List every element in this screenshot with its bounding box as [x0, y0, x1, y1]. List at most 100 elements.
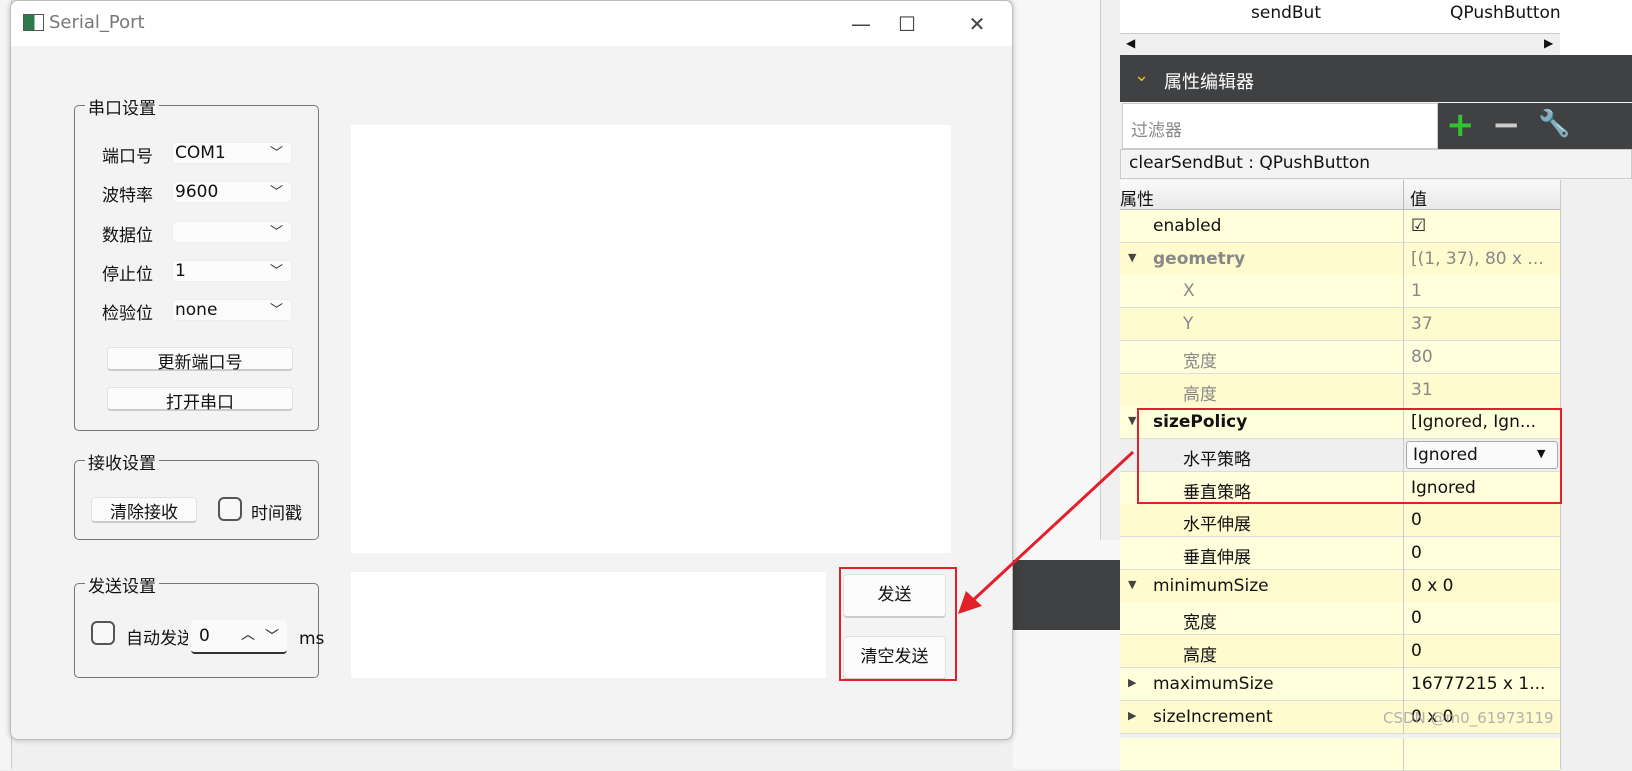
serial-combo[interactable]: 1 ﹀: [172, 259, 292, 282]
column-value[interactable]: 值: [1410, 185, 1427, 210]
serial-combo[interactable]: 9600 ﹀: [172, 181, 292, 204]
property-value[interactable]: 31: [1411, 380, 1433, 400]
column-divider: [1403, 180, 1404, 210]
property-name: minimumSize: [1153, 575, 1269, 596]
serial-combo[interactable]: none ﹀: [172, 299, 292, 322]
property-row[interactable]: ▼ geometry [(1, 37), 80 x ...: [1120, 242, 1560, 276]
chevron-down-icon: ﹀: [269, 146, 283, 161]
property-value[interactable]: 1: [1411, 281, 1422, 301]
serial-label: 停止位: [102, 264, 153, 285]
expand-right-icon[interactable]: ▶: [1128, 709, 1136, 722]
property-name: 高度: [1183, 384, 1217, 405]
horizontal-scrollbar[interactable]: ◀ ▶: [1120, 33, 1560, 55]
property-row[interactable]: X 1: [1120, 275, 1560, 309]
expand-right-icon[interactable]: ▶: [1128, 676, 1136, 689]
expand-down-icon[interactable]: ▼: [1128, 578, 1136, 591]
property-row[interactable]: 垂直伸展 0: [1120, 537, 1560, 570]
property-name: 垂直伸展: [1183, 548, 1251, 568]
serial-settings-title: 串口设置: [85, 94, 159, 119]
serial-label: 波特率: [102, 186, 153, 207]
combo-value: 1: [175, 260, 186, 281]
property-row[interactable]: 水平伸展 0: [1120, 504, 1560, 538]
property-row-partial: [1120, 738, 1560, 771]
property-name: 宽度: [1183, 613, 1217, 634]
vertical-scrollbar[interactable]: [1100, 0, 1120, 540]
watermark: CSDN @m0_61973119: [1383, 709, 1554, 727]
property-value[interactable]: 0: [1411, 543, 1422, 563]
receive-settings-title: 接收设置: [85, 449, 159, 474]
expand-down-icon[interactable]: ▼: [1128, 251, 1136, 264]
column-property[interactable]: 属性: [1120, 185, 1154, 210]
property-value[interactable]: 0 x 0: [1411, 576, 1454, 596]
combo-value: COM1: [175, 143, 226, 163]
combo-value: 9600: [175, 182, 219, 203]
highlight-box-buttons: [839, 567, 957, 681]
spin-up-icon[interactable]: ︿: [241, 624, 255, 644]
serial-label: 端口号: [102, 147, 153, 167]
property-row[interactable]: ▼ minimumSize 0 x 0: [1120, 569, 1560, 603]
property-vertical-scrollbar[interactable]: [1560, 180, 1632, 769]
property-name: 水平伸展: [1183, 515, 1251, 536]
property-name: Y: [1183, 314, 1194, 335]
expand-down-icon[interactable]: ▼: [1128, 414, 1136, 427]
chevron-down-icon: ﹀: [269, 263, 283, 279]
timestamp-checkbox[interactable]: [218, 497, 242, 521]
property-row[interactable]: 宽度 80: [1120, 340, 1560, 374]
property-name: enabled: [1153, 216, 1222, 236]
scroll-left-icon[interactable]: ◀: [1126, 36, 1135, 50]
timestamp-label: 时间戳: [251, 504, 302, 524]
interval-unit: ms: [299, 629, 325, 649]
chevron-down-icon: ﹀: [269, 224, 283, 240]
chevron-down-icon: ﹀: [269, 185, 283, 201]
property-value[interactable]: 0: [1411, 608, 1422, 628]
property-value[interactable]: ☑: [1411, 216, 1426, 236]
property-row[interactable]: enabled ☑: [1120, 210, 1560, 243]
property-row[interactable]: ▶ maximumSize 16777215 x 1...: [1120, 667, 1560, 701]
combo-value: none: [175, 300, 218, 321]
selected-object-label: clearSendBut : QPushButton: [1120, 149, 1632, 179]
property-value[interactable]: 0: [1411, 510, 1422, 530]
receive-text-area[interactable]: [351, 125, 951, 553]
refresh-ports-button[interactable]: 更新端口号: [107, 347, 293, 373]
serial-combo[interactable]: COM1 ﹀: [172, 142, 292, 164]
property-value[interactable]: 80: [1411, 347, 1433, 367]
spin-down-icon[interactable]: ﹀: [265, 626, 279, 646]
property-name: geometry: [1153, 248, 1246, 269]
wrench-icon[interactable]: 🔧: [1538, 109, 1570, 139]
interval-spinbox[interactable]: 0 ︿ ﹀: [191, 620, 287, 654]
property-row[interactable]: 高度 31: [1120, 373, 1560, 407]
property-row[interactable]: 高度 0: [1120, 635, 1560, 669]
property-row[interactable]: 宽度 0: [1120, 602, 1560, 636]
close-button[interactable]: ✕: [957, 9, 997, 39]
property-toolbar: + − 🔧: [1438, 103, 1632, 149]
open-port-button[interactable]: 打开串口: [107, 387, 293, 413]
filter-input[interactable]: 过滤器: [1122, 103, 1438, 149]
property-value[interactable]: [(1, 37), 80 x ...: [1411, 249, 1544, 269]
serial-label: 检验位: [102, 304, 153, 325]
object-row-class[interactable]: QPushButton: [1450, 3, 1560, 23]
property-value[interactable]: 16777215 x 1...: [1411, 674, 1545, 694]
scroll-right-icon[interactable]: ▶: [1544, 36, 1553, 50]
property-value[interactable]: 0: [1411, 641, 1422, 661]
window-title: Serial_Port: [49, 12, 145, 33]
highlight-box-sizepolicy: [1137, 408, 1562, 504]
maximize-button[interactable]: ☐: [887, 9, 927, 39]
object-row-name[interactable]: sendBut: [1251, 3, 1321, 23]
interval-value: 0: [199, 626, 210, 646]
serial-combo[interactable]: ﹀: [172, 220, 292, 243]
serial-label: 数据位: [102, 225, 153, 246]
property-name: X: [1183, 281, 1195, 302]
clear-receive-button[interactable]: 清除接收: [91, 497, 197, 523]
serial-port-window: Serial_Port — ☐ ✕ 串口设置 端口号 COM1 ﹀ 波特率 9600…: [10, 0, 1013, 740]
collapse-chevron-icon[interactable]: ⌄: [1134, 65, 1149, 86]
send-settings-title: 发送设置: [85, 572, 159, 597]
minimize-button[interactable]: —: [841, 9, 881, 39]
app-icon: [23, 14, 44, 31]
send-text-area[interactable]: [351, 572, 826, 678]
property-value[interactable]: 37: [1411, 314, 1433, 334]
property-row[interactable]: Y 37: [1120, 308, 1560, 342]
auto-send-checkbox[interactable]: [91, 621, 115, 645]
add-property-icon[interactable]: +: [1446, 105, 1475, 145]
chevron-down-icon: ﹀: [269, 303, 283, 319]
remove-property-icon[interactable]: −: [1492, 105, 1521, 145]
